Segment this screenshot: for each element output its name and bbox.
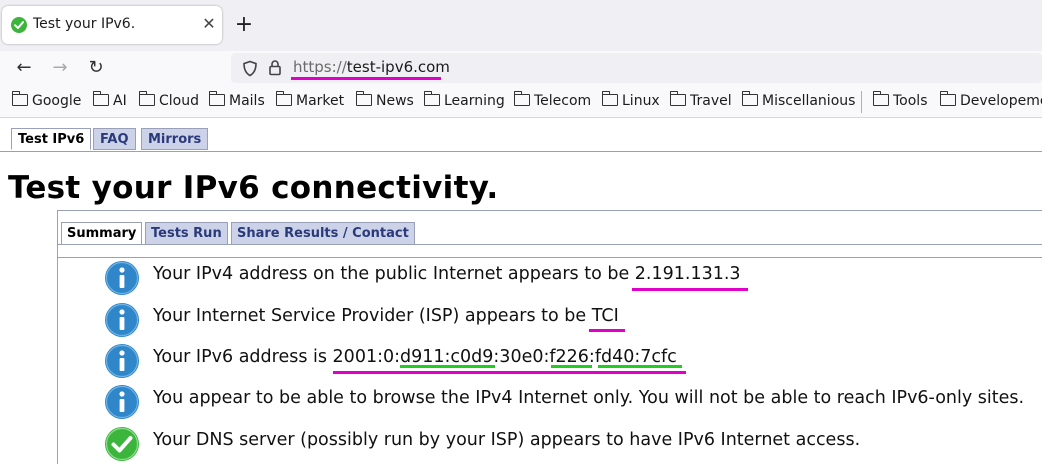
back-button[interactable]: ← xyxy=(11,55,37,81)
bookmark-folder-tools[interactable]: Tools xyxy=(872,91,928,109)
check-favicon-icon xyxy=(11,17,27,33)
folder-icon xyxy=(138,91,155,106)
tab-tests-run[interactable]: Tests Run xyxy=(145,222,228,245)
page-title: Test your IPv6 connectivity. xyxy=(8,170,499,206)
bookmark-label: Mails xyxy=(229,93,265,109)
bookmark-label: Learning xyxy=(444,93,505,109)
bookmark-label: AI xyxy=(113,93,127,109)
bookmarks-toolbar: Google AI Cloud Mails Market News Learni… xyxy=(0,85,1042,118)
ipv4-highlight-underline xyxy=(632,288,748,291)
url-host: test-ipv6.com xyxy=(346,58,450,76)
folder-icon xyxy=(275,91,292,106)
bookmark-folder-news[interactable]: News xyxy=(355,91,414,109)
tab-share-results-contact[interactable]: Share Results / Contact xyxy=(231,222,415,245)
bookmark-folder-travel[interactable]: Travel xyxy=(669,91,732,109)
tab-summary[interactable]: Summary xyxy=(61,222,143,245)
folder-icon xyxy=(92,91,109,106)
lock-icon[interactable] xyxy=(268,59,282,80)
bookmark-label: Developeme xyxy=(960,93,1042,109)
folder-icon xyxy=(741,91,758,106)
new-tab-button[interactable]: + xyxy=(233,12,255,38)
bookmark-folder-miscellanious[interactable]: Miscellanious xyxy=(741,91,856,109)
bookmark-label: Travel xyxy=(690,93,732,109)
folder-icon xyxy=(11,91,28,106)
result-row: Your DNS server (possibly run by your IS… xyxy=(104,426,1042,462)
result-row: Your IPv4 address on the public Internet… xyxy=(104,260,1042,296)
bookmark-label: Google xyxy=(32,93,82,109)
result-text: Your DNS server (possibly run by your IS… xyxy=(153,430,861,450)
forward-button[interactable]: → xyxy=(47,55,73,81)
address-bar[interactable]: https://test-ipv6.com xyxy=(231,53,1042,83)
tab-faq[interactable]: FAQ xyxy=(93,128,136,150)
url-scheme: https:// xyxy=(293,58,347,76)
ipv6-highlight-underline xyxy=(333,371,686,374)
info-icon xyxy=(105,261,139,295)
reload-button[interactable]: ↻ xyxy=(83,55,109,81)
folder-icon xyxy=(939,91,956,106)
result-text: Your Internet Service Provider (ISP) app… xyxy=(153,306,619,326)
isp-highlight-underline xyxy=(589,329,625,332)
close-icon[interactable]: ✕ xyxy=(198,13,220,35)
site-tabs: Test IPv6 FAQ Mirrors xyxy=(0,118,1042,152)
bookmark-folder-google[interactable]: Google xyxy=(11,91,82,109)
bookmark-folder-market[interactable]: Market xyxy=(275,91,345,109)
browser-tab[interactable]: Test your IPv6. ✕ xyxy=(2,6,222,44)
info-icon xyxy=(105,303,139,337)
bookmark-label: Telecom xyxy=(534,93,592,109)
bookmark-folder-ai[interactable]: AI xyxy=(92,91,127,109)
bookmark-folder-developement[interactable]: Developeme xyxy=(939,91,1042,109)
panel-rule xyxy=(57,257,1042,258)
tab-test-ipv6[interactable]: Test IPv6 xyxy=(11,128,92,150)
folder-icon xyxy=(601,91,618,106)
bookmark-label: Tools xyxy=(893,93,928,109)
tab-mirrors[interactable]: Mirrors xyxy=(141,128,209,150)
ipv6-segment-underline xyxy=(598,365,682,368)
result-text: Your IPv6 address is 2001:0:d911:c0d9:30… xyxy=(153,347,677,367)
site-tabs-divider xyxy=(0,151,1042,152)
bookmark-label: Miscellanious xyxy=(762,93,856,109)
ipv6-segment-underline xyxy=(400,365,495,368)
bookmark-folder-linux[interactable]: Linux xyxy=(601,91,660,109)
folder-icon xyxy=(872,91,889,106)
bookmark-folder-mails[interactable]: Mails xyxy=(208,91,265,109)
info-icon xyxy=(105,344,139,378)
bookmark-folder-cloud[interactable]: Cloud xyxy=(138,91,199,109)
bookmark-label: News xyxy=(376,93,414,109)
folder-icon xyxy=(355,91,372,106)
browser-tab-strip: Test your IPv6. ✕ + xyxy=(0,0,1042,51)
result-text: You appear to be able to browse the IPv4… xyxy=(153,388,1025,408)
result-row: You appear to be able to browse the IPv4… xyxy=(104,384,1042,420)
inner-tabs-divider xyxy=(57,244,1042,245)
ipv6-segment-underline xyxy=(551,365,592,368)
folder-icon xyxy=(669,91,686,106)
result-row: Your Internet Service Provider (ISP) app… xyxy=(104,302,1042,338)
bookmark-label: Cloud xyxy=(159,93,199,109)
bookmark-folder-telecom[interactable]: Telecom xyxy=(513,91,592,109)
result-text: Your IPv4 address on the public Internet… xyxy=(153,264,741,284)
bookmark-label: Market xyxy=(296,93,345,109)
info-icon xyxy=(105,385,139,419)
check-icon xyxy=(105,427,139,461)
navigation-bar: ← → ↻ https://test-ipv6.com xyxy=(0,51,1042,85)
folder-icon xyxy=(513,91,530,106)
bookmark-label: Linux xyxy=(622,93,660,109)
bookmarks-separator xyxy=(861,91,862,113)
browser-tab-title: Test your IPv6. xyxy=(33,16,136,32)
bookmark-folder-learning[interactable]: Learning xyxy=(423,91,505,109)
folder-icon xyxy=(208,91,225,106)
url-highlight-underline xyxy=(291,77,441,80)
shield-icon[interactable] xyxy=(242,60,258,81)
folder-icon xyxy=(423,91,440,106)
url-text[interactable]: https://test-ipv6.com xyxy=(293,58,450,76)
